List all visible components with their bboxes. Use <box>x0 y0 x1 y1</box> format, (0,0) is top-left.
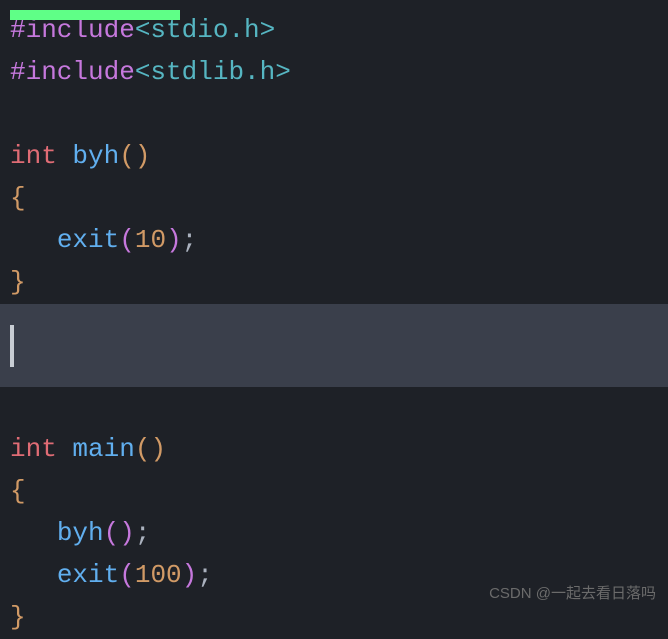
brace-close: } <box>10 597 26 639</box>
code-line: #include<stdlib.h> <box>10 52 668 94</box>
code-line: { <box>10 178 668 220</box>
watermark-text: CSDN @一起去看日落吗 <box>489 582 656 606</box>
paren-close: ) <box>182 555 198 597</box>
number-literal: 100 <box>135 555 182 597</box>
paren-open: ( <box>119 555 135 597</box>
code-line: { <box>10 471 668 513</box>
keyword-int: int <box>10 429 57 471</box>
indent <box>10 513 57 555</box>
function-call: exit <box>57 220 119 262</box>
selection-highlight <box>10 10 180 20</box>
paren-open: ( <box>104 513 120 555</box>
paren-close: ) <box>150 429 166 471</box>
brace-open: { <box>10 471 26 513</box>
indent <box>10 220 57 262</box>
code-line: exit(10); <box>10 220 668 262</box>
cursor <box>10 325 14 367</box>
semicolon: ; <box>182 220 198 262</box>
keyword-int: int <box>10 136 57 178</box>
paren-open: ( <box>119 136 135 178</box>
number-literal: 10 <box>135 220 166 262</box>
code-line-empty <box>10 387 668 429</box>
brace-close: } <box>10 262 26 304</box>
paren-open: ( <box>135 429 151 471</box>
code-line: int main() <box>10 429 668 471</box>
current-line-highlight <box>0 304 668 387</box>
function-call: exit <box>57 555 119 597</box>
code-line: byh(); <box>10 513 668 555</box>
paren-close: ) <box>135 136 151 178</box>
paren-open: ( <box>119 220 135 262</box>
code-editor[interactable]: #include<stdio.h> #include<stdlib.h> int… <box>0 10 668 639</box>
paren-close: ) <box>166 220 182 262</box>
include-header: <stdlib.h> <box>135 52 291 94</box>
function-call: byh <box>57 513 104 555</box>
function-name: byh <box>72 136 119 178</box>
code-line: } <box>10 262 668 304</box>
semicolon: ; <box>197 555 213 597</box>
paren-close: ) <box>119 513 135 555</box>
semicolon: ; <box>135 513 151 555</box>
code-line-empty <box>10 94 668 136</box>
function-name: main <box>72 429 134 471</box>
preprocessor-directive: #include <box>10 52 135 94</box>
indent <box>10 555 57 597</box>
brace-open: { <box>10 178 26 220</box>
code-line: int byh() <box>10 136 668 178</box>
